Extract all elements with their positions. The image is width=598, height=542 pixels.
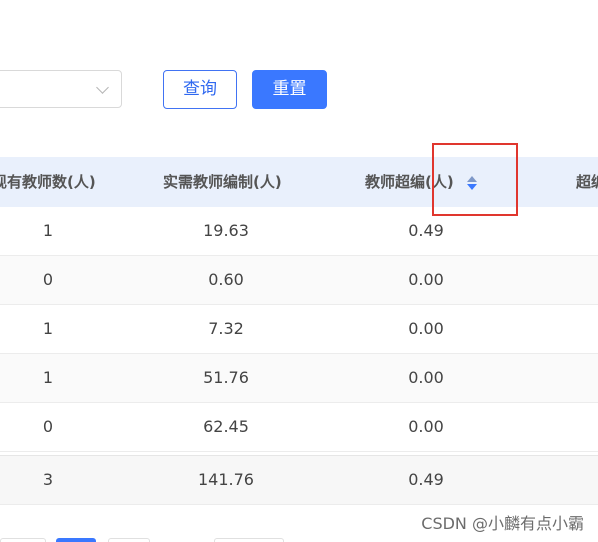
pagination-current-page[interactable]: [56, 538, 96, 542]
cell-over: 0.00: [408, 417, 444, 436]
annotation-highlight-box: [432, 143, 518, 216]
watermark: CSDN @小麟有点小霸: [421, 514, 584, 533]
cell-required: 0.60: [208, 270, 244, 289]
pagination-size-select[interactable]: [214, 538, 284, 542]
table-row: 0 62.45 0.00: [0, 403, 598, 452]
cell-over: 0.00: [408, 368, 444, 387]
cell-required: 62.45: [203, 417, 249, 436]
cell-existing: 0: [42, 270, 54, 289]
pagination-prev-button[interactable]: [0, 538, 46, 542]
cell-over: 0.00: [408, 270, 444, 289]
table-total-row: 3 141.76 0.49: [0, 455, 598, 505]
reset-button[interactable]: 重置: [252, 70, 327, 109]
cell-existing: 1: [42, 221, 54, 240]
cell-existing: 1: [42, 368, 54, 387]
query-button[interactable]: 查询: [163, 70, 237, 109]
header-next-column: 超编: [576, 173, 598, 191]
table-row: 0 0.60 0.00: [0, 256, 598, 305]
filter-select[interactable]: [0, 70, 122, 108]
cell-required: 7.32: [208, 319, 244, 338]
total-over: 0.49: [408, 470, 444, 489]
cell-existing: 1: [42, 319, 54, 338]
page: 查询 重置 现有教师数(人) 实需教师编制(人) 教师超编(人) 超编 1 19…: [0, 0, 598, 542]
cell-required: 19.63: [203, 221, 249, 240]
table-row: 1 7.32 0.00: [0, 305, 598, 354]
cell-existing: 0: [42, 417, 54, 436]
cell-required: 51.76: [203, 368, 249, 387]
pagination-next-button[interactable]: [108, 538, 150, 542]
table-row: 1 51.76 0.00: [0, 354, 598, 403]
total-existing: 3: [42, 470, 54, 489]
chevron-down-icon[interactable]: [96, 81, 109, 94]
cell-over: 0.00: [408, 319, 444, 338]
total-required: 141.76: [198, 470, 254, 489]
header-existing-teachers: 现有教师数(人): [0, 173, 96, 191]
header-required-staffing: 实需教师编制(人): [163, 173, 282, 191]
